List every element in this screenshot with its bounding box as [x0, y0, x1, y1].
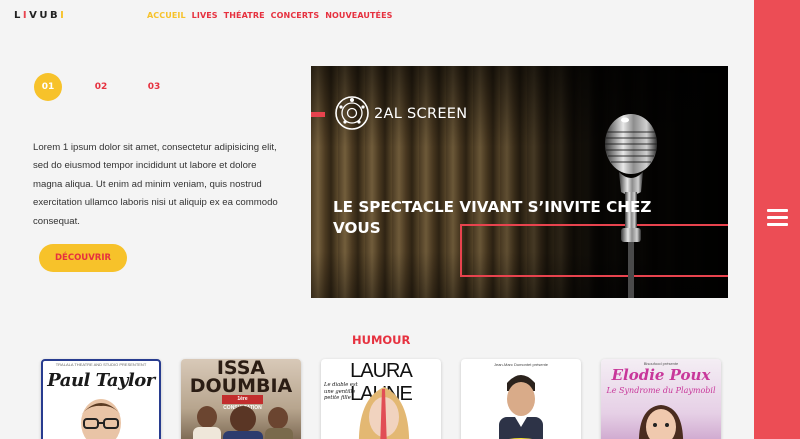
portrait-illustration	[499, 375, 543, 439]
section-title: HUMOUR	[352, 333, 411, 347]
poster-title: Elodie Poux	[611, 366, 711, 384]
poster-laura-laune[interactable]: LAURA LAUNE Le diable est une gentille p…	[321, 359, 441, 439]
poster-jean-marc[interactable]: Jean-Marc Dumontet présente	[461, 359, 581, 439]
nav-item-nouveautees[interactable]: NOUVEAUTÉES	[325, 11, 392, 20]
poster-issa-doumbia[interactable]: ISSADOUMBIA 1ère CONSULTATION	[181, 359, 301, 439]
main-nav: ACCUEIL LIVES THÉATRE CONCERTS NOUVEAUTÉ…	[147, 11, 393, 20]
poster-subtitle: Le Syndrome du Playmobil	[606, 386, 716, 395]
poster-title: ISSA DOUMBIA	[181, 359, 301, 397]
slide-page-1[interactable]: 01	[34, 73, 62, 101]
portrait-illustration	[638, 405, 684, 439]
poster-caption: TRALALA THEATRE AND STUDIO PRESENTENT	[55, 362, 147, 367]
portrait-illustration	[81, 399, 121, 439]
hero-banner[interactable]: 2AL SCREEN LE SPECTACLE VIVANT S’INVITE …	[311, 66, 728, 298]
logo-letters: VUB	[29, 10, 61, 21]
hero-headline: LE SPECTACLE VIVANT S’INVITE CHEZ VOUS	[333, 198, 652, 237]
logo-letter: I	[60, 10, 67, 21]
performers-illustration	[193, 406, 293, 439]
poster-title-line: DOUMBIA	[189, 375, 293, 397]
discover-button[interactable]: DÉCOUVRIR	[39, 244, 127, 272]
poster-elodie-poux[interactable]: Bisoufood présente Elodie Poux Le Syndro…	[601, 359, 721, 439]
portrait-illustration	[358, 387, 410, 439]
nav-item-lives[interactable]: LIVES	[192, 11, 218, 20]
nav-item-theatre[interactable]: THÉATRE	[224, 11, 265, 20]
slide-page-3[interactable]: 03	[140, 73, 168, 101]
intro-text: Lorem 1 ipsum dolor sit amet, consectetu…	[33, 142, 278, 227]
logo[interactable]: LIVUBI	[14, 10, 66, 21]
nav-item-accueil[interactable]: ACCUEIL	[147, 11, 186, 20]
poster-paul-taylor[interactable]: TRALALA THEATRE AND STUDIO PRESENTENT Pa…	[41, 359, 161, 439]
slide-page-2[interactable]: 02	[87, 73, 115, 101]
film-reel-icon	[335, 96, 369, 130]
brand-name: 2AL SCREEN	[374, 106, 468, 122]
slide-pager: 01 02 03	[34, 73, 193, 101]
poster-row: TRALALA THEATRE AND STUDIO PRESENTENT Pa…	[41, 359, 721, 439]
accent-bar	[311, 112, 325, 117]
hamburger-icon[interactable]	[767, 209, 788, 229]
nav-item-concerts[interactable]: CONCERTS	[271, 11, 320, 20]
poster-caption: Jean-Marc Dumontet présente	[493, 362, 549, 367]
poster-title: Paul Taylor	[47, 370, 155, 391]
side-panel	[754, 0, 800, 439]
logo-letter: L	[14, 10, 23, 21]
